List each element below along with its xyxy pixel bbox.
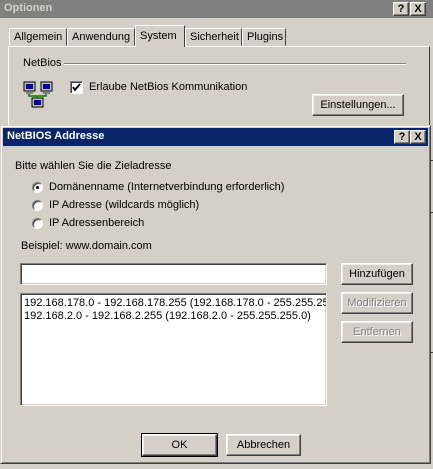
netbios-dialog: NetBIOS Addresse ? X Bitte wählen Sie di… (0, 125, 431, 464)
modify-button[interactable]: Modifizieren (341, 292, 413, 314)
options-close-button[interactable]: X (410, 2, 426, 16)
radio-domain-label[interactable]: Domänenname (Internetverbindung erforder… (49, 181, 284, 193)
options-title: Optionen (4, 2, 53, 14)
checkmark-icon (72, 83, 81, 92)
dialog-titlebar[interactable]: NetBIOS Addresse ? X (3, 128, 428, 146)
netbios-group-label: NetBios (23, 57, 62, 69)
tab-sicherheit[interactable]: Sicherheit (185, 28, 242, 46)
add-button[interactable]: Hinzufügen (341, 263, 413, 285)
tab-system[interactable]: System (135, 25, 185, 47)
settings-button[interactable]: Einstellungen... (312, 94, 404, 116)
netbios-checkbox[interactable] (70, 81, 83, 94)
netbios-checkbox-label[interactable]: Erlaube NetBios Kommunikation (89, 81, 247, 93)
list-item[interactable]: 192.168.2.0 - 192.168.2.255 (192.168.2.0… (24, 310, 311, 322)
dialog-help-button[interactable]: ? (394, 130, 410, 144)
example-text: Beispiel: www.domain.com (21, 240, 152, 252)
group-divider (64, 63, 406, 65)
tab-plugins[interactable]: Plugins (242, 28, 286, 46)
radio-ip-range[interactable] (32, 218, 43, 229)
options-help-button[interactable]: ? (393, 2, 409, 16)
network-computers-icon (23, 81, 53, 108)
options-titlebar[interactable]: Optionen ? X (0, 0, 433, 18)
radio-ip-range-label[interactable]: IP Adressenbereich (49, 217, 144, 229)
list-item[interactable]: 192.168.178.0 - 192.168.178.255 (192.168… (24, 297, 326, 309)
ok-button[interactable]: OK (141, 433, 218, 457)
radio-ip-address[interactable] (32, 200, 43, 211)
address-prompt: Bitte wählen Sie die Zieladresse (15, 160, 172, 172)
radio-domain[interactable] (32, 182, 43, 193)
radio-selected-dot (36, 186, 39, 189)
remove-button[interactable]: Entfernen (341, 321, 413, 343)
tab-anwendung[interactable]: Anwendung (67, 28, 135, 46)
dialog-title: NetBIOS Addresse (7, 130, 105, 142)
radio-ip-address-label[interactable]: IP Adresse (wildcards möglich) (49, 199, 199, 211)
dialog-close-button[interactable]: X (410, 130, 426, 144)
address-input[interactable] (20, 263, 327, 285)
tab-allgemein[interactable]: Allgemein (9, 28, 67, 46)
cancel-button[interactable]: Abbrechen (226, 434, 301, 456)
address-list[interactable]: 192.168.178.0 - 192.168.178.255 (192.168… (20, 293, 327, 406)
